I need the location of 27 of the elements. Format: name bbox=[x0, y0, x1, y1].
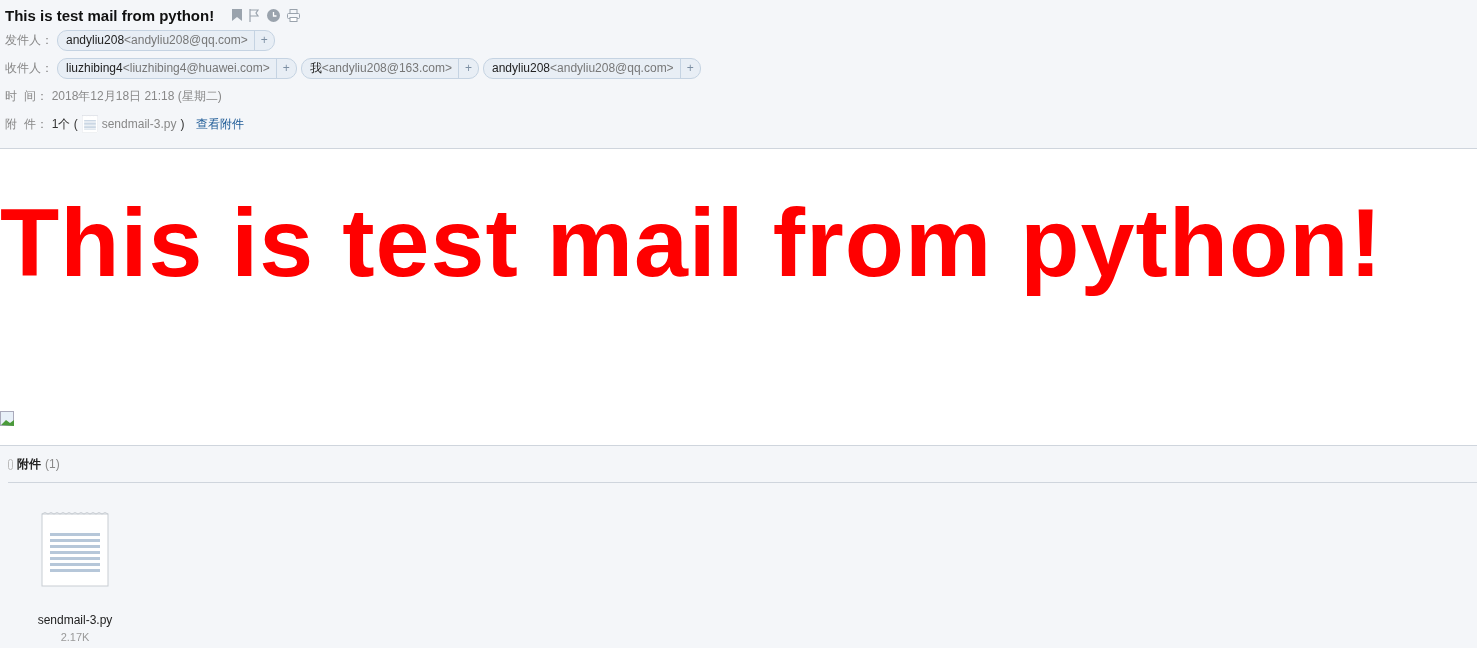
field-label: 发件人： bbox=[5, 31, 53, 49]
attachment-name: sendmail-3.py bbox=[101, 117, 177, 131]
time-value: 2018年12月18日 21:18 (星期二) bbox=[51, 87, 222, 105]
mail-subject: This is test mail from python! bbox=[5, 6, 215, 24]
broken-image-icon bbox=[0, 411, 16, 427]
file-size: 2.17K bbox=[60, 631, 90, 643]
paren-text: ) bbox=[180, 117, 185, 131]
contact-chip[interactable]: 我<andyliu208@163.com> + bbox=[300, 57, 479, 79]
flag-icon[interactable] bbox=[249, 8, 261, 22]
clock-icon[interactable] bbox=[267, 8, 281, 22]
file-icon bbox=[41, 511, 109, 587]
print-icon[interactable] bbox=[287, 8, 301, 22]
attachments-count: (1) bbox=[45, 457, 60, 471]
contact-chip[interactable]: andyliu208<andyliu208@qq.com> + bbox=[57, 29, 275, 51]
view-attachment-link[interactable]: 查看附件 bbox=[196, 115, 245, 133]
bookmark-icon[interactable] bbox=[232, 9, 243, 21]
field-label: 附 件： bbox=[5, 115, 48, 133]
mail-body-text: This is test mail from python! bbox=[0, 187, 1384, 299]
file-name[interactable]: sendmail-3.py bbox=[37, 613, 113, 627]
field-label: 时 间： bbox=[5, 87, 48, 105]
contact-chip[interactable]: andyliu208<andyliu208@qq.com> + bbox=[482, 57, 701, 79]
paperclip-icon bbox=[8, 458, 13, 470]
attachment-count: 1个 ( bbox=[51, 115, 78, 133]
file-icon bbox=[81, 115, 98, 133]
field-label: 收件人： bbox=[5, 59, 53, 77]
attachments-title: 附件 bbox=[17, 455, 41, 473]
contact-chip[interactable]: liuzhibing4<liuzhibing4@huawei.com> + bbox=[57, 57, 297, 79]
